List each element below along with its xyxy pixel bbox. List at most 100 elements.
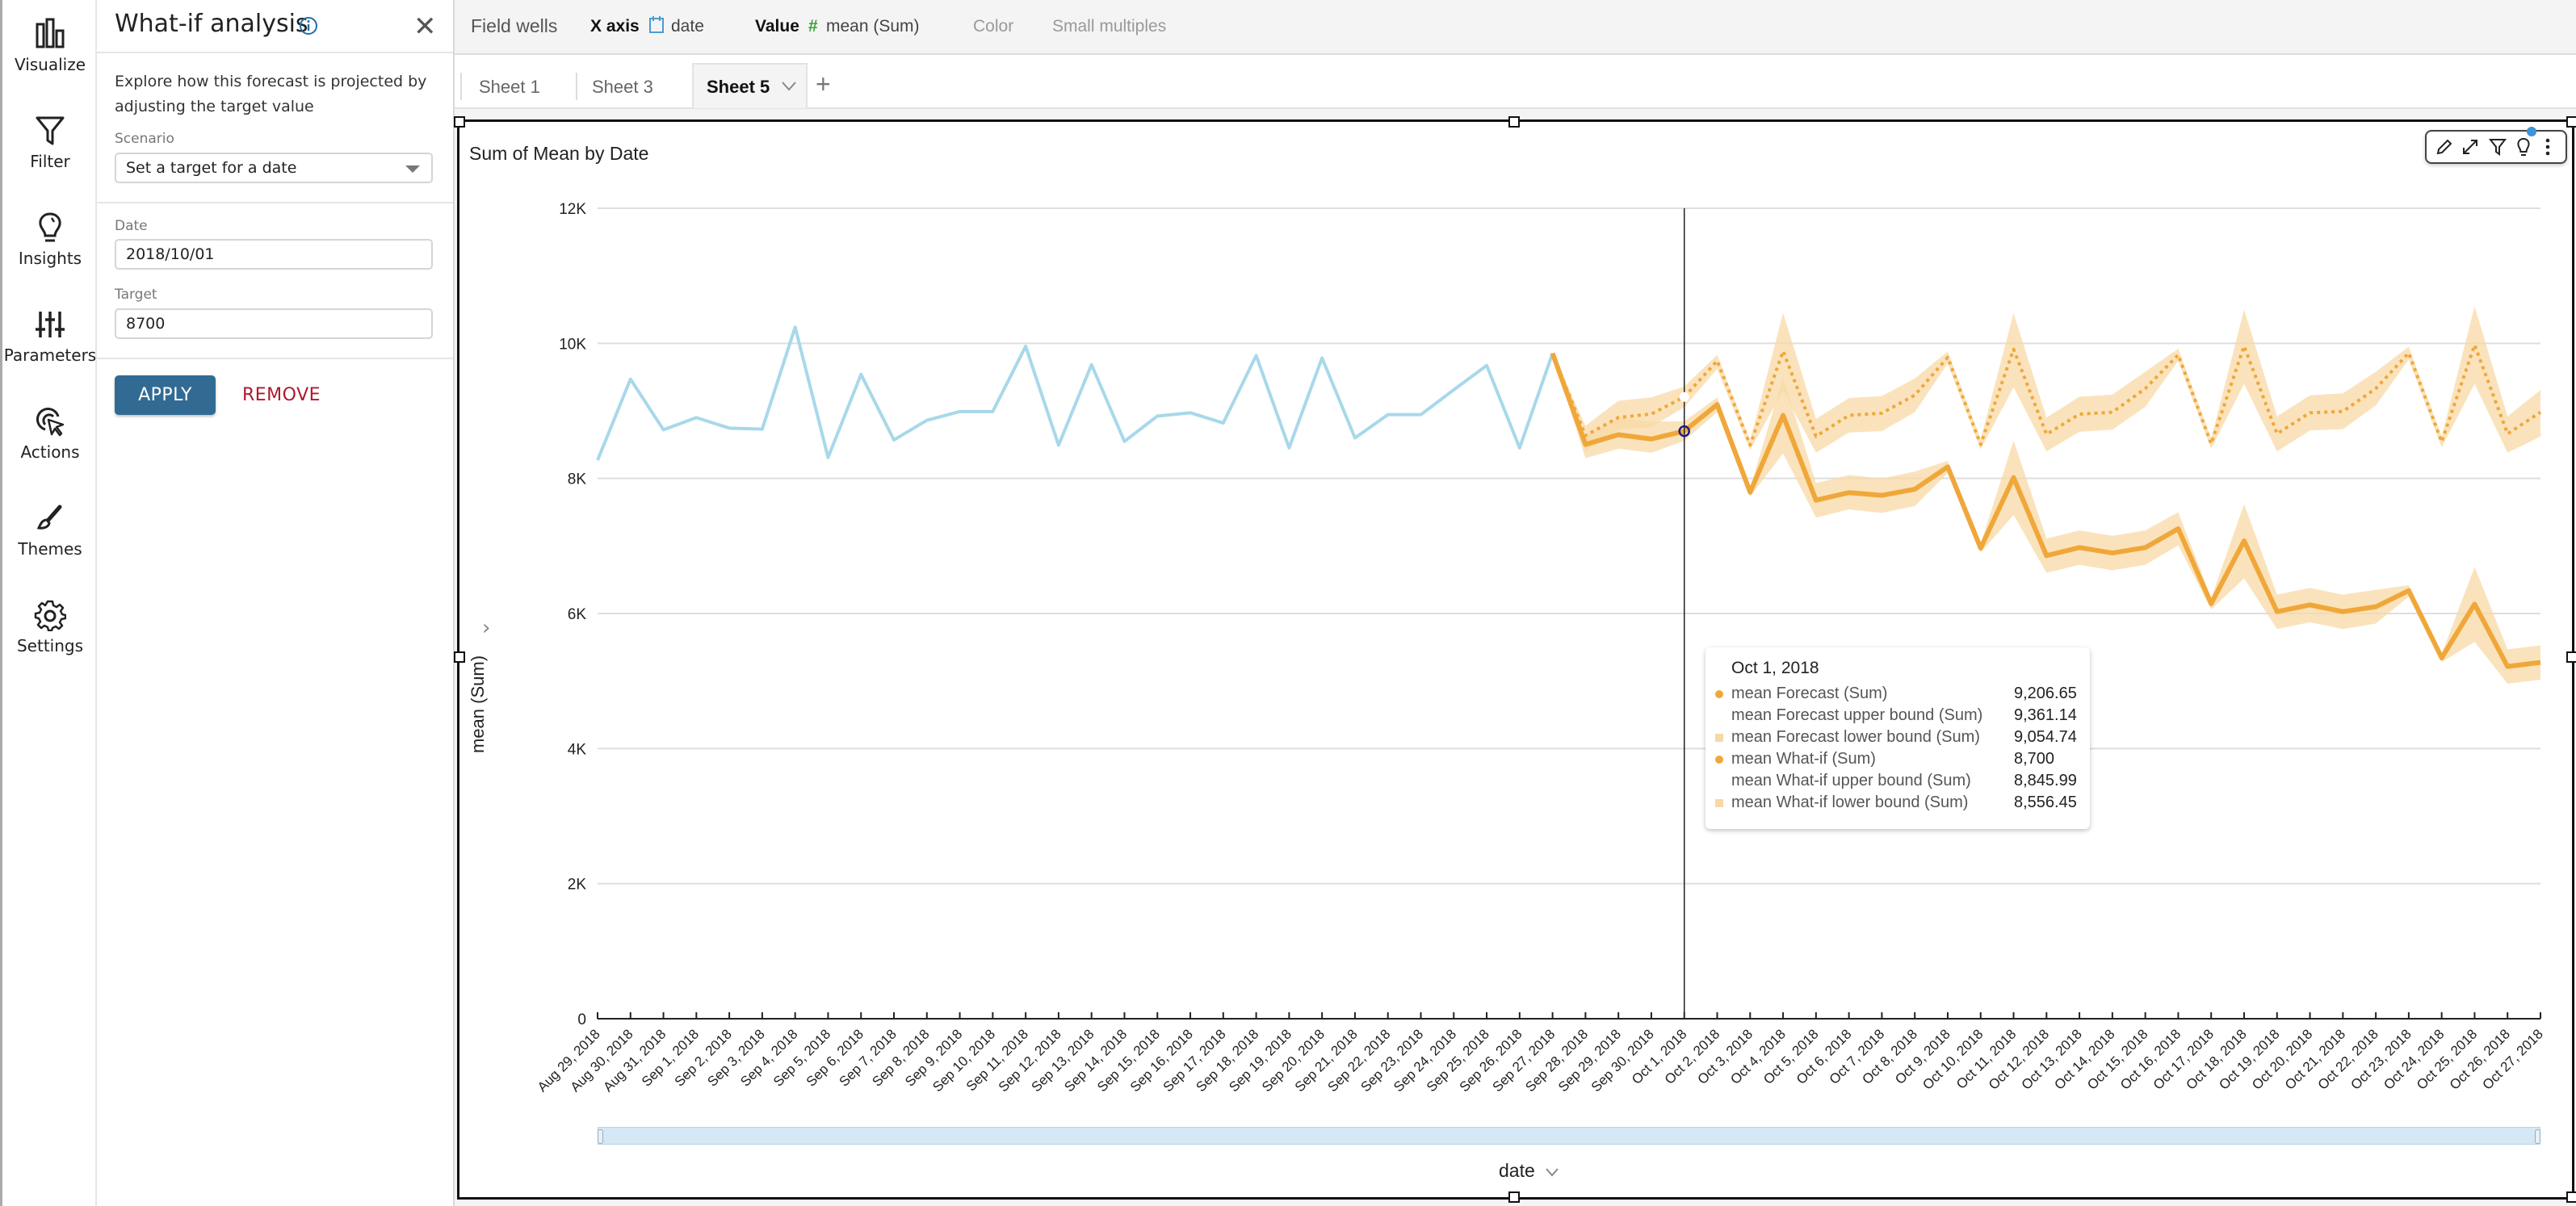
field-wells-bar[interactable]: Field wells X axis date Value # mean (Su… (455, 0, 2576, 55)
tooltip-row-value: 9,206.65 (2014, 685, 2077, 702)
chevron-down-icon (1546, 1168, 1559, 1177)
panel-title: What-if analysis (115, 10, 308, 38)
sidebar-item-label: Themes (18, 539, 82, 559)
divider (97, 52, 453, 53)
sidebar-item-insights[interactable]: Insights (2, 211, 98, 268)
tab-sheet-5-label: Sheet 5 (707, 77, 770, 97)
scenario-dropdown[interactable]: Set a target for a date (115, 153, 433, 183)
filter-icon[interactable] (2488, 137, 2507, 157)
x-axis-well-label: X axis (590, 17, 640, 36)
tooltip-row-value: 8,700 (2014, 750, 2055, 768)
tooltip-row-value: 9,054.74 (2014, 728, 2077, 746)
date-range-slider[interactable] (598, 1127, 2540, 1145)
tooltip-row-value: 8,556.45 (2014, 794, 2077, 811)
slider-handle-left[interactable] (598, 1129, 603, 1144)
slider-handle-right[interactable] (2535, 1129, 2540, 1144)
sidebar-item-label: Actions (20, 442, 80, 462)
tooltip-row-value: 8,845.99 (2014, 772, 2077, 789)
resize-handle[interactable] (2566, 1191, 2576, 1203)
tab-sheet-5-active[interactable]: Sheet 5 (692, 63, 808, 108)
insights-lightbulb-icon[interactable] (2514, 137, 2533, 157)
sidebar-item-themes[interactable]: Themes (2, 502, 98, 559)
chart-tooltip: Oct 1, 2018 mean Forecast (Sum) 9,206.65 m… (1705, 647, 2090, 829)
scenario-value: Set a target for a date (126, 159, 297, 177)
series-dot-marker (1715, 690, 1723, 698)
visual-title: Sum of Mean by Date (469, 143, 649, 164)
calendar-icon (648, 15, 665, 39)
color-well[interactable]: Color (973, 17, 1013, 36)
close-icon[interactable]: ✕ (413, 13, 437, 40)
remove-button[interactable]: REMOVE (242, 375, 321, 415)
date-label: Date (115, 218, 148, 234)
caret-down-icon (405, 165, 420, 173)
resize-handle[interactable] (1508, 1191, 1520, 1203)
tooltip-row: mean Forecast upper bound (Sum) 9,361.14 (1715, 705, 2079, 727)
target-input[interactable]: 8700 (115, 308, 433, 339)
more-options-icon[interactable] (2543, 137, 2553, 157)
tooltip-row-value: 9,361.14 (2014, 706, 2077, 724)
target-label: Target (115, 287, 157, 303)
tooltip-row: mean Forecast (Sum) 9,206.65 (1715, 683, 2079, 705)
tab-separator (576, 73, 577, 100)
tooltip-row-label: mean Forecast (Sum) (1731, 685, 1888, 702)
y-axis-title[interactable]: mean (Sum) (468, 655, 489, 753)
sidebar-item-actions[interactable]: Actions (2, 405, 98, 462)
expand-icon[interactable] (2461, 137, 2480, 157)
edit-pencil-icon[interactable] (2435, 137, 2454, 157)
small-multiples-well[interactable]: Small multiples (1052, 17, 1166, 36)
series-dot-marker (1715, 756, 1723, 764)
sidebar-item-filter[interactable]: Filter (2, 115, 98, 171)
tab-sheet-1[interactable]: Sheet 1 (479, 71, 540, 103)
sidebar-item-parameters[interactable]: Parameters (2, 308, 98, 365)
sidebar-item-label: Visualize (14, 55, 86, 74)
value-field-chip[interactable]: mean (Sum) (826, 17, 920, 36)
bar-chart-icon (36, 18, 65, 48)
notification-dot (2527, 127, 2536, 136)
resize-handle[interactable] (1508, 116, 1520, 128)
divider (97, 358, 453, 359)
sidebar-item-label: Parameters (3, 345, 97, 365)
tooltip-row-label: mean What-if upper bound (Sum) (1731, 772, 1971, 789)
visual-container[interactable]: Sum of Mean by Date › mean (Sum) (454, 116, 2576, 1203)
band-square-marker (1715, 734, 1723, 742)
sidebar-item-visualize[interactable]: Visualize (2, 18, 98, 74)
scenario-label: Scenario (115, 131, 174, 147)
tooltip-row: mean What-if lower bound (Sum) 8,556.45 (1715, 792, 2079, 814)
tooltip-row: mean What-if (Sum) 8,700 (1715, 748, 2079, 770)
tooltip-row: mean Forecast lower bound (Sum) 9,054.74 (1715, 727, 2079, 748)
sidebar-item-label: Insights (18, 249, 82, 268)
panel-description: Explore how this forecast is projected b… (115, 73, 427, 115)
filter-icon (36, 116, 65, 145)
tooltip-row-label: mean What-if (Sum) (1731, 750, 1876, 768)
sidebar-item-settings[interactable]: Settings (2, 599, 98, 655)
sidebar-item-label: Settings (16, 636, 84, 655)
apply-button[interactable]: APPLY (115, 375, 216, 415)
what-if-panel: What-if analysis ✕ Explore how this fore… (97, 0, 455, 1206)
target-value: 8700 (126, 315, 166, 333)
tooltip-row: mean What-if upper bound (Sum) 8,845.99 (1715, 770, 2079, 792)
divider (97, 202, 453, 203)
add-sheet-button[interactable]: + (816, 68, 831, 100)
tooltip-row-label: mean Forecast upper bound (Sum) (1731, 706, 1983, 724)
resize-handle[interactable] (2566, 116, 2576, 128)
tab-separator (460, 73, 462, 100)
left-nav-sidebar: Visualize Filter Insights Parameters Act… (0, 0, 97, 1206)
tooltip-row-label: mean What-if lower bound (Sum) (1731, 794, 1969, 811)
info-icon[interactable] (299, 16, 318, 36)
x-axis-field-chip[interactable]: date (671, 17, 704, 36)
lightbulb-icon (39, 212, 61, 242)
tab-sheet-3[interactable]: Sheet 3 (592, 71, 653, 103)
resize-handle[interactable] (454, 116, 465, 128)
sheet-tabs: Sheet 1 Sheet 3 Sheet 5 + (455, 55, 2576, 109)
tooltip-date: Oct 1, 2018 (1731, 659, 1819, 677)
numeric-hash-icon: # (808, 17, 818, 36)
chevron-right-icon[interactable]: › (482, 616, 490, 640)
sliders-icon (36, 312, 65, 337)
resize-handle[interactable] (454, 651, 465, 663)
resize-handle[interactable] (2566, 651, 2576, 663)
chevron-down-icon[interactable] (781, 81, 797, 92)
cursor-target-icon (36, 407, 65, 437)
value-well-label: Value (755, 17, 799, 36)
x-axis-title[interactable]: date (1499, 1160, 1559, 1182)
date-input[interactable]: 2018/10/01 (115, 239, 433, 270)
